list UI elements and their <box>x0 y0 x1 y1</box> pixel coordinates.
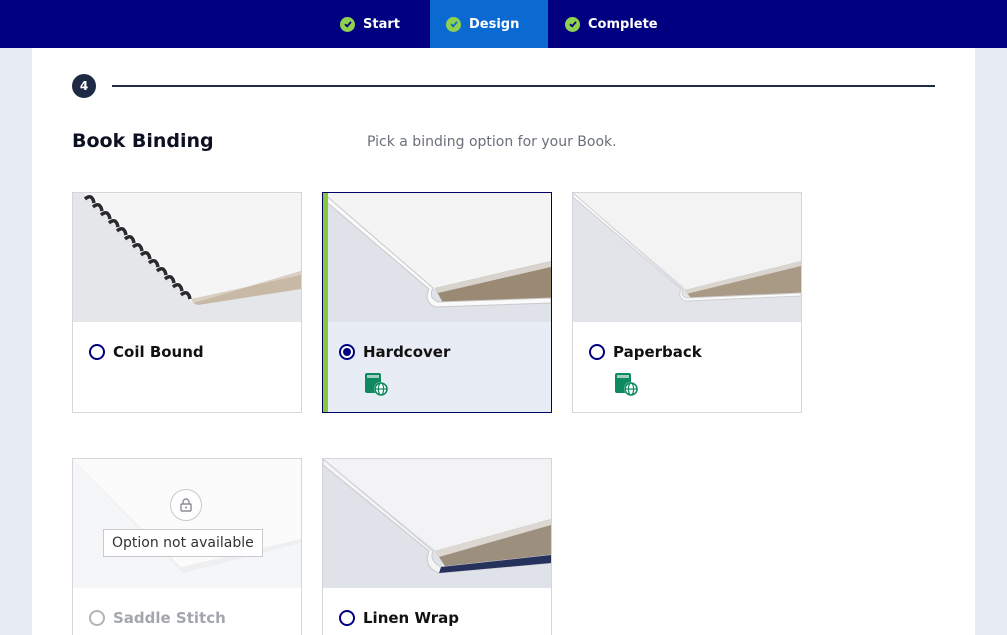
lock-icon <box>170 489 202 521</box>
coil-bound-option[interactable]: Coil Bound <box>89 343 204 361</box>
binding-option-saddle-stitch: Option not available Saddle Stitch <box>72 458 302 635</box>
progress-step-bar: Start Design Complete <box>0 0 1007 48</box>
step-complete[interactable]: Complete <box>548 0 678 48</box>
step-label: Complete <box>588 16 658 32</box>
check-circle-icon <box>446 16 461 32</box>
step-design[interactable]: Design <box>430 0 548 48</box>
option-label: Saddle Stitch <box>113 609 226 627</box>
global-shipping-book-icon <box>365 373 388 396</box>
check-circle-icon <box>565 16 580 32</box>
step-label: Design <box>469 16 520 32</box>
radio-button[interactable] <box>589 344 605 360</box>
option-label: Coil Bound <box>113 343 204 361</box>
radio-button-selected[interactable] <box>339 344 355 360</box>
global-shipping-book-icon <box>615 373 638 396</box>
coil-bound-image <box>73 193 301 322</box>
disabled-overlay <box>73 459 301 588</box>
radio-button-disabled <box>89 610 105 626</box>
check-circle-icon <box>340 16 355 32</box>
section-subtitle: Pick a binding option for your Book. <box>367 134 617 150</box>
binding-option-coil-bound[interactable]: Coil Bound <box>72 192 302 413</box>
binding-option-linen-wrap[interactable]: Linen Wrap <box>322 458 552 635</box>
content-panel: 4 Book Binding Pick a binding option for… <box>32 48 975 635</box>
radio-button[interactable] <box>339 610 355 626</box>
section-number-badge: 4 <box>72 74 96 98</box>
radio-button[interactable] <box>89 344 105 360</box>
unavailable-tooltip: Option not available <box>103 529 263 557</box>
section-divider <box>112 85 935 87</box>
paperback-option[interactable]: Paperback <box>589 343 702 361</box>
linen-wrap-image <box>323 459 551 588</box>
option-label: Hardcover <box>363 343 451 361</box>
binding-option-paperback[interactable]: Paperback <box>572 192 802 413</box>
saddle-stitch-option: Saddle Stitch <box>89 609 226 627</box>
option-label: Paperback <box>613 343 702 361</box>
section-title: Book Binding <box>72 130 214 152</box>
step-start[interactable]: Start <box>320 0 430 48</box>
selected-accent-bar <box>323 193 328 412</box>
hardcover-image <box>323 193 551 322</box>
saddle-stitch-image <box>73 459 301 588</box>
option-label: Linen Wrap <box>363 609 459 627</box>
linen-wrap-option[interactable]: Linen Wrap <box>339 609 459 627</box>
step-label: Start <box>363 16 400 32</box>
paperback-image <box>573 193 801 322</box>
binding-option-hardcover[interactable]: Hardcover <box>322 192 552 413</box>
hardcover-option[interactable]: Hardcover <box>339 343 450 361</box>
